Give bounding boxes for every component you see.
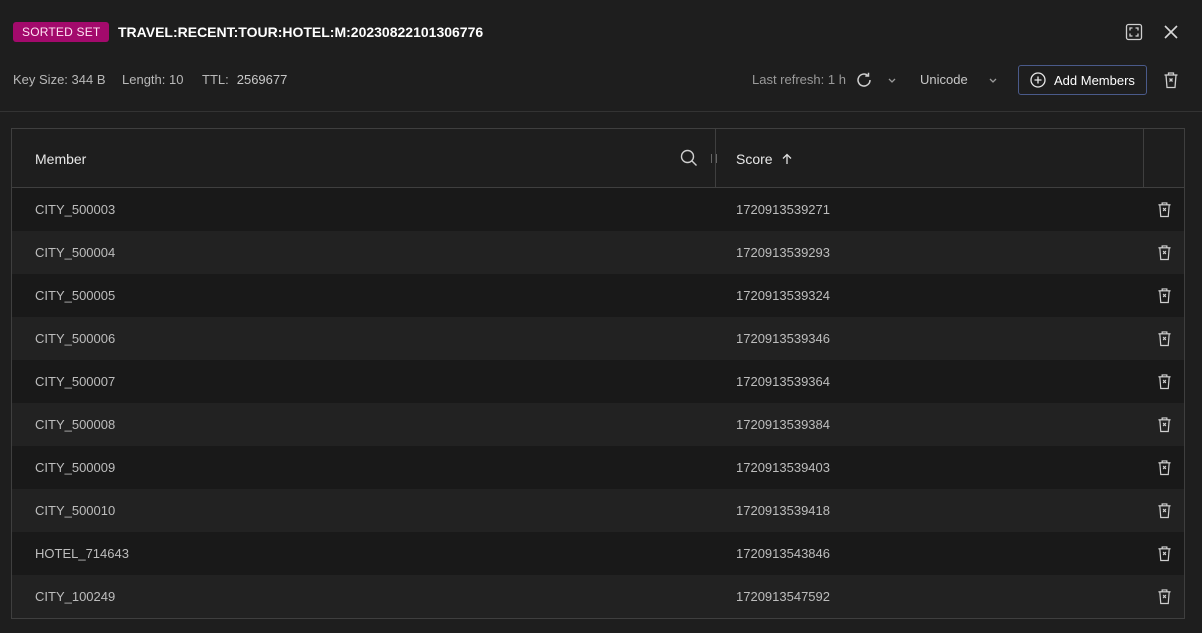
trash-icon (1157, 373, 1171, 389)
close-icon (1164, 25, 1178, 39)
table-row[interactable]: CITY_500005 1720913539324 (12, 274, 1184, 317)
chevron-down-icon (989, 78, 997, 83)
delete-member-button[interactable] (1154, 457, 1174, 477)
auto-refresh-dropdown[interactable] (884, 72, 900, 88)
score-cell[interactable]: 1720913539403 (736, 460, 830, 476)
trash-icon (1157, 287, 1171, 303)
table-row[interactable]: CITY_500009 1720913539403 (12, 446, 1184, 489)
trash-icon (1157, 502, 1171, 518)
trash-icon (1157, 416, 1171, 432)
trash-icon (1157, 588, 1171, 604)
table-header: Member Score (12, 129, 1184, 188)
delete-member-button[interactable] (1154, 414, 1174, 434)
key-ttl[interactable]: TTL: 2569677 (202, 71, 287, 89)
trash-icon (1157, 330, 1171, 346)
delete-member-button[interactable] (1154, 543, 1174, 563)
sort-ascending-icon (782, 153, 792, 164)
column-header-member[interactable]: Member (35, 150, 86, 168)
member-cell[interactable]: CITY_500008 (35, 417, 115, 433)
score-cell[interactable]: 1720913539346 (736, 331, 830, 347)
table-row[interactable]: CITY_500007 1720913539364 (12, 360, 1184, 403)
trash-icon (1157, 244, 1171, 260)
search-members-button[interactable] (679, 148, 699, 168)
member-cell[interactable]: CITY_500006 (35, 331, 115, 347)
table-row[interactable]: CITY_500010 1720913539418 (12, 489, 1184, 532)
table-row[interactable]: CITY_500006 1720913539346 (12, 317, 1184, 360)
score-cell[interactable]: 1720913539418 (736, 503, 830, 519)
score-cell[interactable]: 1720913539324 (736, 288, 830, 304)
table-row[interactable]: CITY_500008 1720913539384 (12, 403, 1184, 446)
fullscreen-button[interactable] (1122, 20, 1146, 44)
delete-member-button[interactable] (1154, 285, 1174, 305)
add-members-button[interactable]: Add Members (1018, 65, 1147, 95)
trash-icon (1157, 459, 1171, 475)
score-cell[interactable]: 1720913539293 (736, 245, 830, 261)
refresh-icon (857, 72, 871, 87)
score-cell[interactable]: 1720913539384 (736, 417, 830, 433)
key-type-badge: SORTED SET (13, 22, 110, 42)
delete-member-button[interactable] (1154, 328, 1174, 348)
search-icon (680, 149, 697, 166)
delete-key-button[interactable] (1160, 69, 1182, 91)
member-cell[interactable]: HOTEL_714643 (35, 546, 129, 562)
member-cell[interactable]: CITY_100249 (35, 589, 115, 605)
member-cell[interactable]: CITY_500004 (35, 245, 115, 261)
delete-member-button[interactable] (1154, 199, 1174, 219)
member-cell[interactable]: CITY_500003 (35, 202, 115, 218)
ttl-value[interactable]: 2569677 (237, 72, 288, 87)
delete-member-button[interactable] (1154, 500, 1174, 520)
fullscreen-icon (1125, 23, 1143, 41)
key-name[interactable]: TRAVEL:RECENT:TOUR:HOTEL:M:2023082210130… (118, 22, 483, 42)
close-button[interactable] (1159, 20, 1183, 44)
table-row[interactable]: CITY_500004 1720913539293 (12, 231, 1184, 274)
delete-member-button[interactable] (1154, 371, 1174, 391)
table-body: CITY_500003 1720913539271 CITY_500004 17… (12, 188, 1184, 618)
trash-icon (1157, 545, 1171, 561)
score-cell[interactable]: 1720913539364 (736, 374, 830, 390)
trash-icon (1157, 201, 1171, 217)
member-cell[interactable]: CITY_500005 (35, 288, 115, 304)
member-cell[interactable]: CITY_500010 (35, 503, 115, 519)
key-details-header: SORTED SET TRAVEL:RECENT:TOUR:HOTEL:M:20… (0, 0, 1202, 112)
table-row[interactable]: HOTEL_714643 1720913543846 (12, 532, 1184, 575)
table-row[interactable]: CITY_500003 1720913539271 (12, 188, 1184, 231)
add-members-label: Add Members (1054, 72, 1135, 88)
score-cell[interactable]: 1720913543846 (736, 546, 830, 562)
chevron-down-icon (888, 78, 896, 83)
score-cell[interactable]: 1720913539271 (736, 202, 830, 218)
column-resize-handle[interactable] (711, 154, 717, 163)
delete-member-button[interactable] (1154, 242, 1174, 262)
member-cell[interactable]: CITY_500007 (35, 374, 115, 390)
column-header-score[interactable]: Score (736, 150, 793, 168)
key-length: Length: 10 (122, 72, 184, 87)
table-row[interactable]: CITY_100249 1720913547592 (12, 575, 1184, 618)
encoding-dropdown[interactable] (985, 72, 1001, 88)
encoding-select[interactable]: Unicode (920, 71, 968, 89)
last-refresh: Last refresh: 1 h (752, 72, 846, 87)
ttl-label: TTL: (202, 72, 229, 87)
refresh-button[interactable] (853, 69, 875, 91)
delete-member-button[interactable] (1154, 586, 1174, 606)
trash-icon (1164, 72, 1178, 89)
score-cell[interactable]: 1720913547592 (736, 589, 830, 605)
score-header-label: Score (736, 151, 773, 167)
member-cell[interactable]: CITY_500009 (35, 460, 115, 476)
plus-circle-icon (1030, 72, 1046, 88)
members-table: Member Score CITY_500003 1720913539271 C… (11, 128, 1185, 619)
key-size: Key Size: 344 B (13, 72, 106, 87)
